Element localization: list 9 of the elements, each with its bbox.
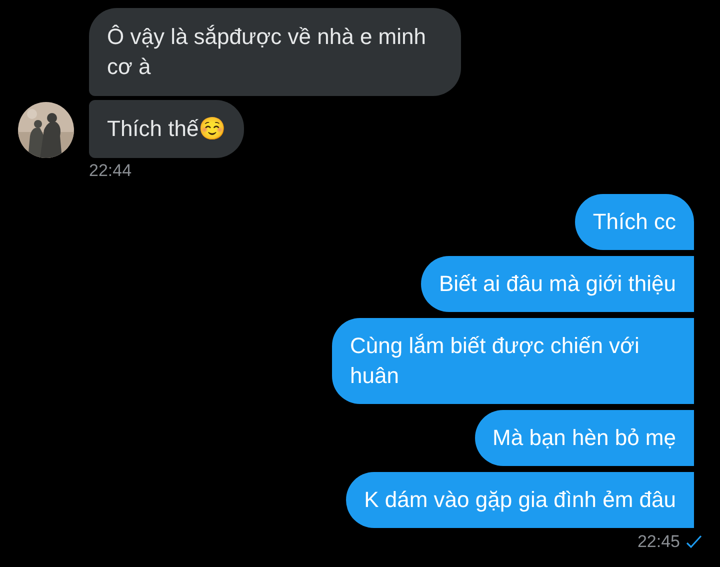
- message-bubble: Ô vậy là sắpđược về nhà e minh cơ à: [89, 8, 461, 96]
- message-time: 22:44: [89, 160, 132, 182]
- message-bubble: Thích cc: [574, 194, 694, 250]
- message-bubble: Biết ai đâu mà giới thiệu: [420, 256, 694, 312]
- message-time: 22:45: [637, 532, 680, 552]
- message-bubble: Cùng lắm biết được chiến với huân: [332, 318, 694, 404]
- message-bubble: Mà bạn hèn bỏ mẹ: [474, 410, 694, 466]
- message-bubble: K dám vào gặp gia đình ẻm đâu: [346, 472, 694, 528]
- message-bubble: Thích thế☺: [89, 100, 244, 158]
